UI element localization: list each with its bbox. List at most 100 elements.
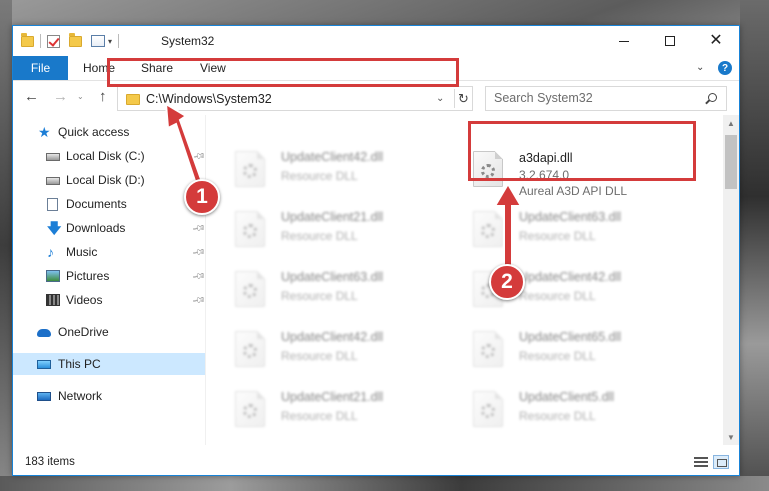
sidebar-item-label: Videos [66, 293, 103, 307]
sidebar-item-label: Local Disk (D:) [66, 173, 145, 187]
file-description: Aureal A3D API DLL [519, 184, 628, 198]
sidebar-item-downloads[interactable]: 🡇 Downloads 📌︎ [13, 217, 207, 239]
search-icon[interactable] [708, 93, 717, 102]
sidebar-item-label: Documents [66, 197, 127, 211]
title-bar: ▾ System32 ✕ [13, 26, 739, 56]
sidebar-item-label: This PC [58, 357, 101, 371]
sidebar-item-pictures[interactable]: Pictures 📌︎ [13, 265, 207, 287]
quick-access-toolbar: ▾ [21, 32, 122, 50]
file-type: Resource DLL [281, 349, 358, 363]
file-type: Resource DLL [281, 409, 358, 423]
sidebar-item-label: Music [66, 245, 98, 259]
large-icons-view-icon[interactable] [713, 455, 729, 469]
gear-icon [243, 344, 257, 358]
search-box[interactable] [485, 86, 727, 111]
gear-icon [481, 224, 495, 238]
back-arrow-icon[interactable]: ← [24, 89, 39, 104]
details-view-icon[interactable] [694, 457, 708, 467]
callout-two: 2 [489, 264, 525, 300]
explorer-window: ▾ System32 ✕ File Home Share View ⌄ ? ← … [12, 25, 740, 476]
dll-file-icon [235, 271, 265, 307]
callout-one: 1 [184, 179, 220, 215]
sidebar-item-quick-access[interactable]: ★ Quick access [13, 121, 205, 143]
help-icon[interactable]: ? [718, 61, 732, 75]
dll-file-icon [473, 331, 503, 367]
toolbar-divider [118, 34, 120, 48]
disk-icon [46, 153, 60, 161]
new-folder-icon[interactable] [69, 32, 82, 47]
vertical-scrollbar[interactable]: ▲ ▼ [723, 115, 739, 445]
list-item[interactable]: UpdateClient5.dll Resource DLL [473, 385, 693, 435]
sidebar-item-onedrive[interactable]: OneDrive [13, 321, 205, 343]
target-file-highlight [468, 121, 696, 181]
folder-icon [21, 32, 34, 47]
list-item[interactable]: UpdateClient65.dll Resource DLL [473, 325, 693, 375]
scroll-down-icon[interactable]: ▼ [727, 433, 735, 442]
file-name: UpdateClient21.dll [281, 390, 384, 404]
dll-file-icon [235, 391, 265, 427]
background-bottom [0, 476, 769, 491]
minimize-button[interactable] [601, 26, 647, 56]
list-item[interactable]: UpdateClient63.dll Resource DLL [235, 265, 455, 315]
list-item[interactable]: UpdateClient21.dll Resource DLL [235, 205, 455, 255]
navigation-pane: ★ Quick access Local Disk (C:) 📌︎ Local … [13, 115, 207, 445]
tab-file[interactable]: File [13, 56, 68, 80]
folder-icon [126, 94, 140, 105]
scroll-thumb[interactable] [725, 135, 737, 189]
documents-icon [47, 197, 58, 211]
gear-icon [243, 404, 257, 418]
up-arrow-icon[interactable]: ↑ [99, 89, 107, 104]
background-left [0, 0, 12, 491]
file-name: UpdateClient65.dll [519, 330, 622, 344]
dll-file-icon [473, 391, 503, 427]
forward-arrow-icon[interactable]: → [53, 89, 68, 104]
file-type: Resource DLL [281, 289, 358, 303]
address-history-icon[interactable]: ⌄ [436, 93, 444, 104]
sidebar-item-documents[interactable]: Documents [13, 193, 205, 215]
list-item[interactable]: UpdateClient42.dll Resource DLL [235, 145, 455, 195]
videos-icon [46, 294, 60, 306]
file-type: Resource DLL [519, 289, 596, 303]
scroll-up-icon[interactable]: ▲ [727, 119, 735, 128]
file-type: Resource DLL [519, 229, 596, 243]
close-button[interactable]: ✕ [693, 26, 739, 56]
window-title: System32 [161, 34, 215, 48]
sidebar-item-videos[interactable]: Videos 📌︎ [13, 289, 207, 311]
file-name: UpdateClient42.dll [281, 150, 384, 164]
recent-locations-icon[interactable]: ⌄ [77, 93, 84, 101]
chevron-down-icon[interactable]: ▾ [108, 37, 112, 46]
sidebar-item-label: Downloads [66, 221, 126, 235]
sidebar-item-label: Pictures [66, 269, 110, 283]
sidebar-item-network[interactable]: Network [13, 385, 205, 407]
sidebar-item-this-pc[interactable]: This PC [13, 353, 205, 375]
file-name: UpdateClient5.dll [519, 390, 615, 404]
cloud-icon [37, 329, 51, 337]
sidebar-item-music[interactable]: ♪ Music 📌︎ [13, 241, 207, 263]
list-item[interactable]: UpdateClient21.dll Resource DLL [235, 385, 455, 435]
maximize-button[interactable] [647, 26, 693, 56]
address-bar[interactable]: C:\Windows\System32 ⌄ ↻ [117, 86, 473, 111]
sidebar-item-local-disk-c[interactable]: Local Disk (C:) 📌︎ [13, 145, 207, 167]
dll-file-icon [235, 151, 265, 187]
dll-file-icon [235, 331, 265, 367]
close-icon: ✕ [709, 32, 723, 49]
item-count: 183 items [25, 456, 75, 468]
list-item[interactable]: UpdateClient42.dll Resource DLL [235, 325, 455, 375]
refresh-icon[interactable]: ↻ [454, 89, 472, 108]
network-icon [37, 391, 51, 401]
pane-divider[interactable] [205, 115, 206, 445]
sidebar-item-label: Local Disk (C:) [66, 149, 145, 163]
expand-ribbon-icon[interactable]: ⌄ [696, 62, 704, 73]
properties-check-icon[interactable] [47, 34, 60, 48]
customize-icon[interactable] [91, 35, 105, 47]
list-item[interactable]: UpdateClient63.dll Resource DLL [473, 205, 693, 255]
pictures-icon [46, 270, 60, 282]
search-input[interactable] [494, 91, 694, 105]
gear-icon [243, 164, 257, 178]
file-type: Resource DLL [519, 349, 596, 363]
file-type: Resource DLL [519, 409, 596, 423]
status-bar: 183 items [13, 447, 739, 475]
sidebar-item-label: Quick access [58, 125, 130, 139]
sidebar-item-local-disk-d[interactable]: Local Disk (D:) [13, 169, 205, 191]
address-path[interactable]: C:\Windows\System32 [146, 92, 272, 106]
